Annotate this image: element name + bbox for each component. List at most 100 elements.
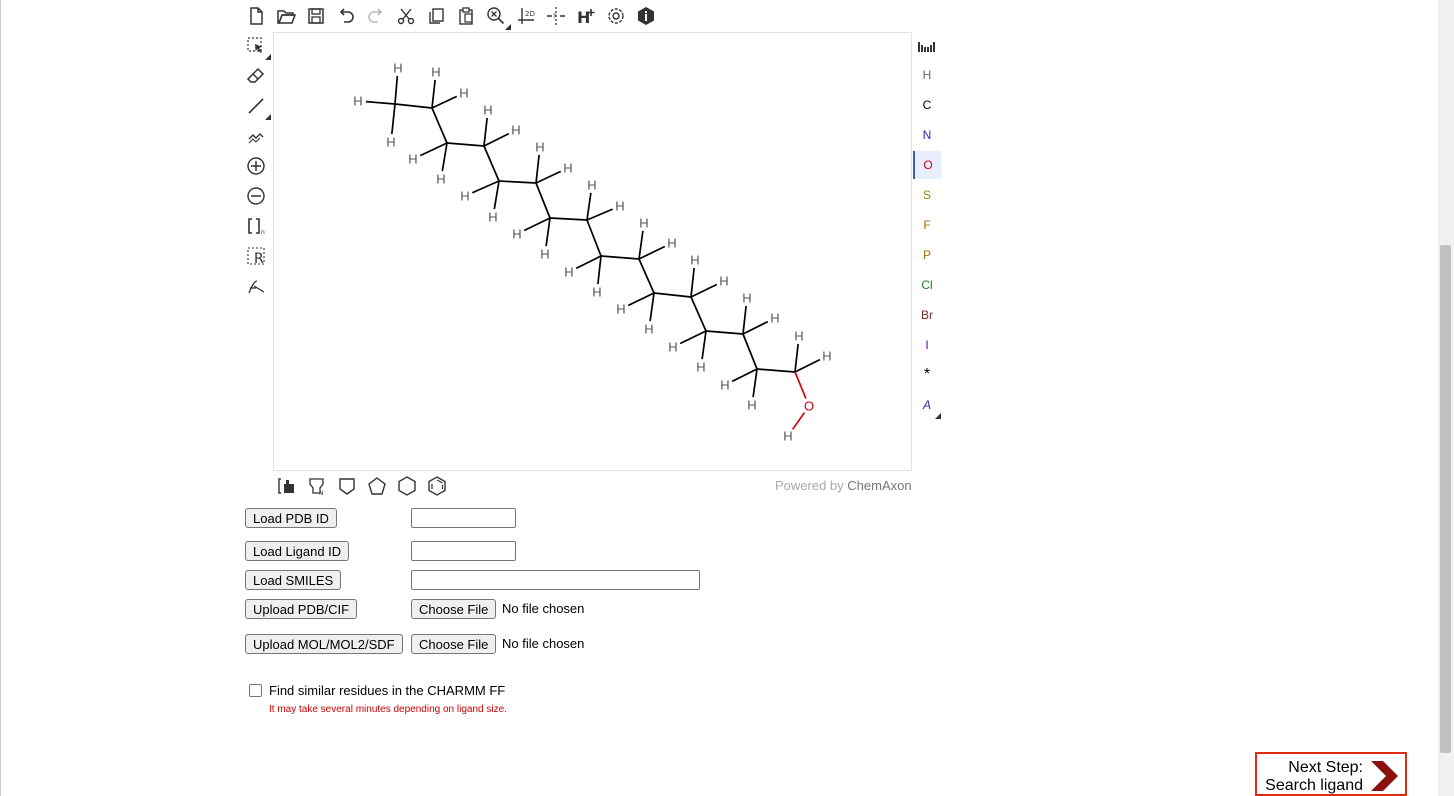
element-o[interactable]: O [913,151,941,179]
hydrogen-atom[interactable]: H [564,265,573,280]
carbon-hydrogen-bond[interactable] [493,180,500,210]
carbon-carbon-bond[interactable] [498,180,537,184]
element-i[interactable]: I [913,331,941,359]
hydrogen-atom[interactable]: H [690,253,699,268]
hydrogen-atom[interactable]: H [512,227,521,242]
hydrogen-atom[interactable]: H [488,210,497,225]
explicit-stereo-icon[interactable]: ? [544,4,568,28]
copy-icon[interactable] [424,4,448,28]
hydrogen-atom[interactable]: H [747,398,756,413]
hydrogen-atom[interactable]: H [511,123,520,138]
carbon-carbon-bond[interactable] [535,182,551,219]
carbon-hydrogen-bond[interactable] [365,100,396,105]
load-smiles-button[interactable]: Load SMILES [245,570,342,590]
choose-file-mol-button[interactable]: Choose File [411,634,497,654]
info-icon[interactable] [634,4,658,28]
smiles-input[interactable] [411,570,700,590]
clean-2d-icon[interactable]: 2D [514,4,538,28]
carbon-hydrogen-bond[interactable] [441,142,448,172]
carbon-hydrogen-bond[interactable] [523,217,551,232]
sgroup-bracket-icon[interactable]: n [244,214,268,238]
carbon-hydrogen-bond[interactable] [742,320,769,335]
eraser-icon[interactable] [244,64,268,88]
carbon-oxygen-bond[interactable] [794,371,807,399]
carbon-hydrogen-bond[interactable] [586,192,592,221]
carbon-hydrogen-bond[interactable] [690,283,718,298]
carbon-hydrogen-bond[interactable] [535,154,540,184]
ligand-id-input[interactable] [411,541,516,561]
carbon-hydrogen-bond[interactable] [690,267,695,298]
page-scrollbar[interactable] [1438,0,1454,796]
carbon-hydrogen-bond[interactable] [545,217,551,247]
element-h[interactable]: H [913,61,941,89]
paste-icon[interactable] [454,4,478,28]
element-cl[interactable]: Cl [913,271,941,299]
hydrogen-atom[interactable]: H [587,178,596,193]
hydrogen-atom[interactable]: H [770,311,779,326]
hydrogen-atom[interactable]: H [459,86,468,101]
carbon-carbon-bond[interactable] [483,145,500,182]
carbon-hydrogen-bond[interactable] [390,103,396,135]
element-f[interactable]: F [913,211,941,239]
load-pdb-button[interactable]: Load PDB ID [245,508,337,528]
carbon-carbon-bond[interactable] [600,255,640,260]
reaction-arrow-icon[interactable] [244,274,268,298]
carbon-hydrogen-bond[interactable] [586,208,613,221]
add-explicit-hydrogens-icon[interactable]: H [574,4,598,28]
open-folder-icon[interactable] [274,4,298,28]
carbon-carbon-bond[interactable] [394,103,433,109]
hydrogen-atom[interactable]: H [639,216,648,231]
hydrogen-atom[interactable]: H [742,291,751,306]
carbon-hydrogen-bond[interactable] [794,343,799,373]
carbon-hydrogen-bond[interactable] [597,255,602,285]
increase-charge-icon[interactable] [244,154,268,178]
hydrogen-atom[interactable]: H [668,340,677,355]
load-ligand-button[interactable]: Load Ligand ID [245,541,350,561]
hydrogen-atom[interactable]: H [794,329,803,344]
element-br[interactable]: Br [913,301,941,329]
hydrogen-atom[interactable]: H [386,135,395,150]
hydrogen-atom[interactable]: H [393,61,402,76]
hydrogen-atom[interactable]: H [667,236,676,251]
carbon-hydrogen-bond[interactable] [419,142,448,157]
bond-dropdown-icon[interactable] [265,114,271,120]
carbon-carbon-bond[interactable] [742,333,758,370]
carbon-hydrogen-bond[interactable] [679,330,707,345]
new-document-icon[interactable] [244,4,268,28]
carbon-hydrogen-bond[interactable] [575,255,602,270]
upload-pdb-button[interactable]: Upload PDB/CIF [245,599,358,619]
carbon-carbon-bond[interactable] [431,107,448,144]
carbon-hydrogen-bond[interactable] [701,330,707,360]
cyclohexane-icon[interactable] [395,474,419,498]
element-n[interactable]: N [913,121,941,149]
scrollbar-thumb[interactable] [1440,245,1451,753]
carbon-carbon-bond[interactable] [446,142,485,147]
carbon-hydrogen-bond[interactable] [752,368,758,398]
carbon-hydrogen-bond[interactable] [731,368,758,383]
carbon-hydrogen-bond[interactable] [431,95,458,109]
zoom-dropdown-icon[interactable] [505,24,511,30]
hydrogen-atom[interactable]: H [644,322,653,337]
periodic-table-icon[interactable] [915,34,939,58]
powered-brand[interactable]: ChemAxon [847,478,911,493]
hydrogen-atom[interactable]: H [483,103,492,118]
hydrogen-atom[interactable]: H [563,161,572,176]
undo-icon[interactable] [334,4,358,28]
element-p[interactable]: P [913,241,941,269]
pdb-id-input[interactable] [411,508,516,528]
cyclopentane-icon[interactable] [365,474,389,498]
chain-icon[interactable] [244,124,268,148]
r-group-icon[interactable]: R [244,244,268,268]
hydrogen-atom[interactable]: H [822,349,831,364]
hydrogen-atom[interactable]: H [719,274,728,289]
oxygen-atom[interactable]: O [804,399,814,414]
carbon-hydrogen-bond[interactable] [627,292,655,307]
decrease-charge-icon[interactable] [244,184,268,208]
choose-file-pdb-button[interactable]: Choose File [411,599,497,619]
carbon-hydrogen-bond[interactable] [794,358,821,373]
molecule-canvas[interactable]: HHHHHHHHHHHHHHHHHHHHHHHHHHHHHHHHHOH [273,32,912,471]
hydrogen-atom[interactable]: H [615,199,624,214]
hydrogen-atom[interactable]: H [431,65,440,80]
carbon-hydrogen-bond[interactable] [471,180,500,194]
carbon-carbon-bond[interactable] [549,217,588,221]
